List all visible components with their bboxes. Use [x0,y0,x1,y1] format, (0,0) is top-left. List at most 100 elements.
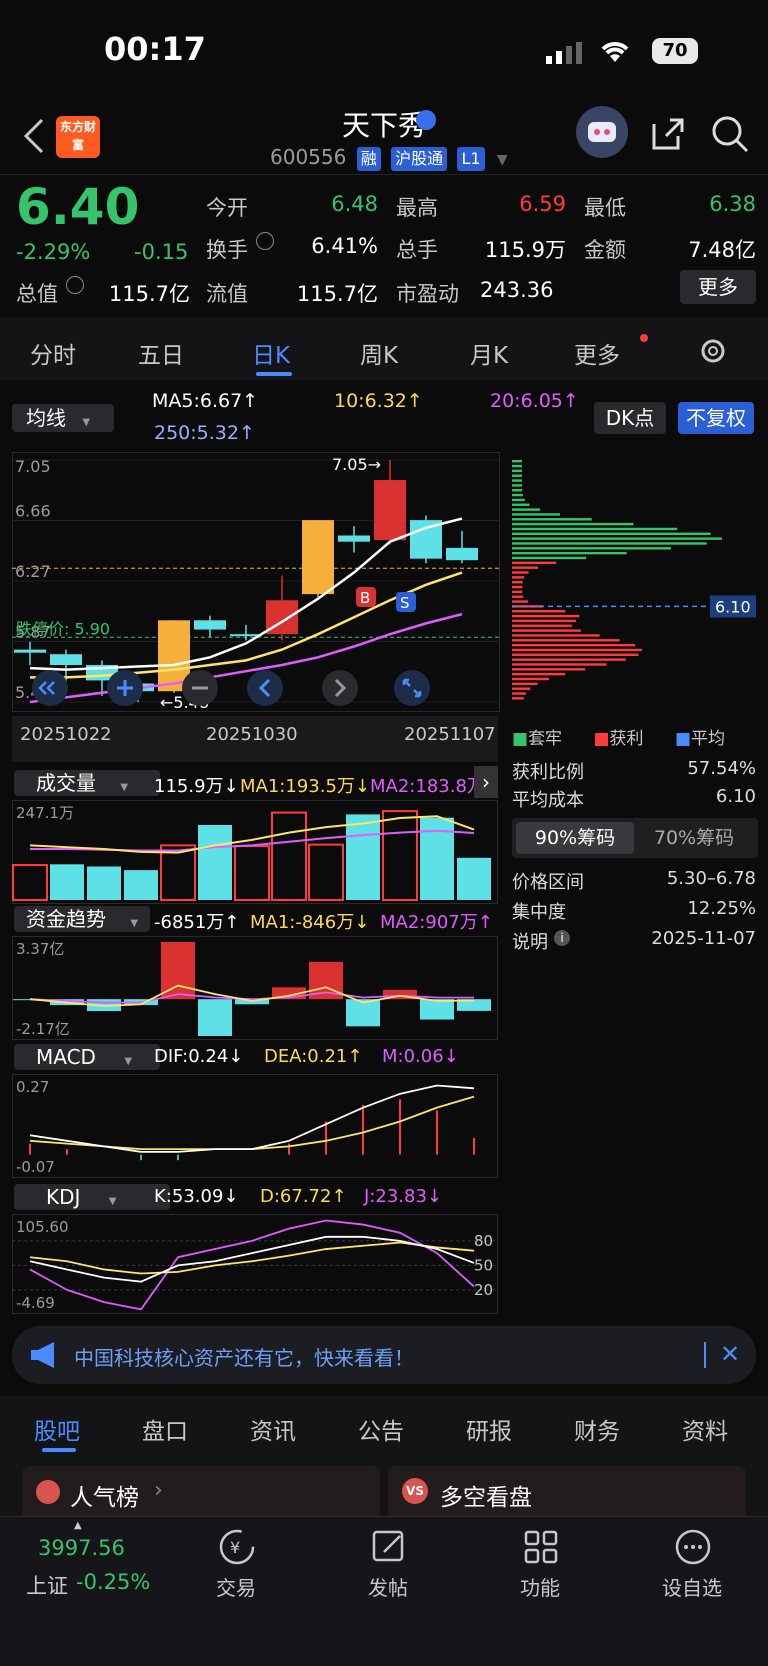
chip-bar [512,643,635,647]
tab-profile[interactable]: 资料 [682,1412,728,1446]
volume-ma1-line [29,815,475,854]
chevron-right-icon[interactable]: › [474,766,498,798]
tab-daily-k[interactable]: 日K [252,336,290,370]
edit-icon [372,1530,404,1562]
adjust-button[interactable]: 不复权 [678,402,754,434]
chip-bar [512,556,587,560]
notification-dot [640,334,648,342]
low-value: 6.38 [709,192,756,216]
ma-select[interactable]: 均线 ▼ [12,404,114,432]
chip-bar [512,600,529,603]
chip-bar [512,581,523,584]
limit-down-label: 跌停价: 5.90 [16,619,110,638]
y-tick-label: 7.05 [15,457,51,476]
chip-bar [512,508,541,511]
ma20-label: 20:6.05↑ [490,390,579,412]
open-value: 6.48 [331,192,378,216]
info-icon[interactable]: i [554,930,570,946]
ma250-label: 250:5.32↑ [154,422,255,444]
volume-select[interactable]: 成交量 ▼ [14,770,160,796]
chip-bar [512,484,523,487]
volume-ma2: MA2:183.8万 [370,776,480,797]
dk-button[interactable]: DK点 [594,402,666,434]
fullscreen-icon[interactable] [394,670,430,706]
chip-tab-90[interactable]: 90%筹码 [516,822,634,854]
kdj-k: K:53.09↓ [154,1186,239,1207]
chip-bar [512,561,557,565]
chip-bar [512,585,523,589]
more-button[interactable]: 更多 [680,270,756,304]
volume-bar [457,857,491,900]
tab-intraday[interactable]: 分时 [30,336,76,370]
volume-select-label: 成交量 [36,771,96,795]
legend-average: 平均 [691,729,725,749]
tab-weekly-k[interactable]: 周K [360,336,398,370]
index-ticker[interactable]: ▲ 3997.56 上证 -0.25% [20,1520,180,1600]
fund-trend-select[interactable]: 资金趋势 ▼ [14,906,150,932]
volume-bar [271,811,307,901]
status-time: 00:17 [104,30,206,68]
search-icon[interactable] [710,114,750,158]
price-range-label: 价格区间 [512,872,584,893]
popularity-card[interactable]: 人气榜 › [22,1466,380,1516]
popularity-label: 人气榜 [70,1485,139,1511]
nav-trade[interactable]: ¥ 交易 [186,1528,286,1600]
y-tick-label: -4.69 [16,1294,55,1312]
zoom-out-icon[interactable] [32,670,68,706]
tab-forum[interactable]: 股吧 [34,1412,80,1446]
info-icon[interactable] [66,276,84,294]
y-tick-label: 105.60 [16,1218,69,1236]
prev-icon[interactable] [247,670,283,706]
tab-more[interactable]: 更多 [574,336,620,370]
zoom-in-icon[interactable] [107,670,143,706]
chip-bar [512,469,523,473]
tab-five-day[interactable]: 五日 [138,336,184,370]
tab-monthly-k[interactable]: 月K [470,336,508,370]
kdj-right-tick: 50 [474,1256,493,1274]
volume-chart: 247.1万 [12,800,498,904]
pe-value: 243.36 [480,278,554,302]
dea-line [29,1095,475,1151]
chip-bar [512,542,707,545]
macd-select[interactable]: MACD ▼ [14,1044,160,1070]
fund-ma2: MA2:907万↑ [380,912,493,933]
vs-icon: VS [402,1478,428,1504]
promo-banner[interactable]: 中国科技核心资产还有它，快来看看！ ✕ [12,1326,756,1384]
caret-down-icon: ▼ [108,1196,117,1207]
note-label: 说明 [512,932,548,953]
tab-announcements[interactable]: 公告 [358,1412,404,1446]
chip-bar [512,537,722,540]
tab-research[interactable]: 研报 [466,1412,512,1446]
info-icon[interactable] [256,232,274,250]
concentration: 12.25% [687,898,756,919]
assistant-avatar[interactable] [576,106,628,158]
zoom-minus-icon[interactable] [182,670,218,706]
chip-bar [512,576,525,579]
close-icon[interactable]: ✕ [720,1340,740,1368]
nav-add-watchlist[interactable]: 设自选 [642,1528,742,1600]
nav-post[interactable]: 发帖 [338,1528,438,1600]
tab-order-book[interactable]: 盘口 [142,1412,188,1446]
nav-add-watchlist-label: 设自选 [662,1576,722,1600]
settings-gear-icon[interactable] [698,336,728,370]
chip-tab-70[interactable]: 70%筹码 [634,822,754,854]
chip-bar [512,595,524,598]
chip-bar [512,629,581,632]
stock-code-row[interactable]: 600556 融 沪股通 L1 ▼ [270,145,508,171]
share-icon[interactable] [648,114,688,158]
kdj-right-tick: 80 [474,1232,493,1250]
next-icon[interactable] [322,670,358,706]
megaphone-icon [28,1340,62,1374]
long-short-card[interactable]: VS 多空看盘 [388,1466,746,1516]
nav-functions[interactable]: 功能 [490,1528,590,1600]
chip-bar [512,590,523,594]
kdj-select[interactable]: KDJ ▼ [14,1184,170,1210]
stock-code: 600556 [270,145,347,169]
tab-finance[interactable]: 财务 [574,1412,620,1446]
volume-bar [12,864,48,901]
kdj-j: J:23.83↓ [364,1186,442,1207]
banner-text: 中国科技核心资产还有它，快来看看！ [74,1346,414,1370]
chip-bar [512,547,671,550]
chip-bar [512,658,626,661]
tab-news[interactable]: 资讯 [250,1412,296,1446]
